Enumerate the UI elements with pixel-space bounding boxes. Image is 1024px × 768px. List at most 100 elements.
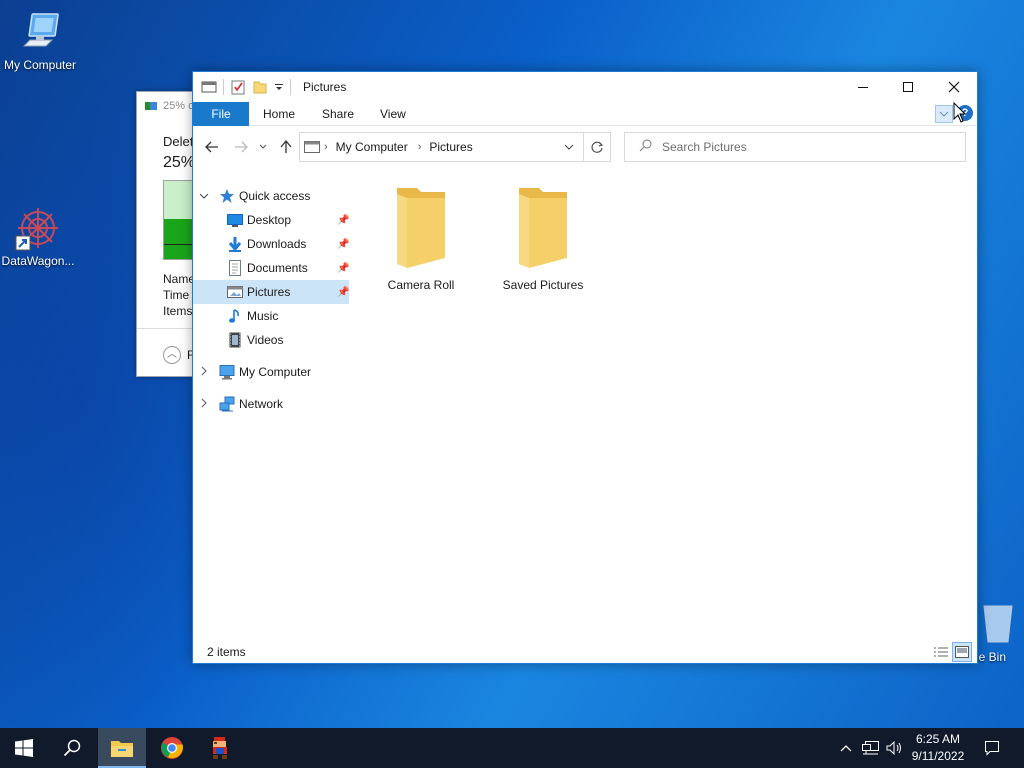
refresh-button[interactable] [583,132,611,162]
nav-item-quick-access[interactable]: Quick access [193,184,349,208]
tab-file[interactable]: File [193,102,249,126]
search-input[interactable]: Search Pictures [662,140,747,154]
pin-icon[interactable]: 📌 [337,215,349,226]
show-hidden-icons-button[interactable] [836,728,856,768]
address-history-dropdown[interactable] [557,132,581,162]
recycle-bin-icon [978,598,1018,644]
title-bar[interactable]: Pictures [193,72,977,102]
folder-icon [515,184,571,268]
desktop-icon-label: DataWagon... [1,254,75,268]
navigation-bar: › My Computer › Pictures Search Pictures [193,126,977,166]
chevron-up-icon[interactable]: ︿ [163,346,181,364]
properties-icon[interactable] [230,79,246,95]
status-bar: 2 items [193,640,977,664]
breadcrumb-separator-icon[interactable]: › [324,141,328,153]
documents-icon [227,260,243,276]
nav-item-desktop[interactable]: Desktop 📌 [193,208,349,232]
nav-item-my-computer[interactable]: My Computer [193,360,349,384]
detail-row-time: Time [163,288,190,302]
network-tray-button[interactable] [860,728,882,768]
mario-icon [213,737,227,759]
item-count: 2 items [207,645,246,659]
percent-label: 25% [163,154,196,171]
detail-row-items: Items [163,304,193,318]
nav-item-pictures[interactable]: Pictures 📌 [193,280,349,304]
minimize-button[interactable] [840,72,886,102]
desktop-icon-label: My Computer [3,58,77,72]
nav-label: Network [239,397,284,411]
tab-view[interactable]: View [366,102,420,126]
start-button[interactable] [0,728,48,768]
chrome-icon [161,737,183,759]
nav-label: My Computer [239,365,312,379]
clock-time: 6:25 AM [915,732,961,746]
up-button[interactable] [275,136,297,158]
detail-row-name: Name [163,272,196,286]
breadcrumb-separator-icon[interactable]: › [418,141,422,153]
folder-label: Saved Pictures [502,278,584,292]
close-button[interactable] [931,72,977,102]
expand-arrow-icon[interactable] [199,398,209,411]
collapse-arrow-icon[interactable] [199,191,209,202]
desktop-icon [227,212,243,228]
back-button[interactable] [201,136,223,158]
notification-icon [985,741,999,756]
recent-locations-dropdown[interactable] [255,136,271,158]
customize-toolbar-dropdown-icon[interactable] [274,79,284,95]
progress-icon [145,102,157,111]
action-center-button[interactable] [978,728,1006,768]
folder-label: Camera Roll [387,278,455,292]
nav-item-network[interactable]: Network [193,392,349,416]
file-explorer-button[interactable] [98,728,146,768]
nav-label: Videos [247,333,284,347]
nav-item-documents[interactable]: Documents 📌 [193,256,349,280]
pictures-icon [227,284,243,300]
large-icons-view-button[interactable] [952,642,972,662]
star-icon [219,188,235,204]
search-button[interactable] [48,728,96,768]
ribbon-tab-bar: File Home Share View [193,102,977,126]
expand-ribbon-button[interactable] [935,105,953,123]
nav-item-videos[interactable]: Videos [193,328,349,352]
forward-button[interactable] [230,136,252,158]
search-box[interactable]: Search Pictures [624,132,966,162]
navigation-pane: Quick access Desktop 📌 Downloads 📌 Docum… [193,176,353,616]
desktop-icon-datawagon[interactable]: DataWagon... [0,204,78,268]
nav-label: Pictures [247,285,291,299]
details-view-button[interactable] [931,642,951,662]
quick-access-toolbar [201,79,291,95]
pin-icon[interactable]: 📌 [337,239,349,250]
network-wired-icon [862,741,879,755]
maximize-button[interactable] [885,72,931,102]
clock[interactable]: 6:25 AM 9/11/2022 [900,731,976,765]
search-icon [639,139,652,155]
dialog-title: 25% c [145,100,194,112]
tab-share[interactable]: Share [308,102,368,126]
breadcrumb-my-computer[interactable]: My Computer [336,140,408,154]
nav-item-downloads[interactable]: Downloads 📌 [193,232,349,256]
chrome-button[interactable] [148,728,196,768]
nav-label: Desktop [247,213,292,227]
taskbar: 6:25 AM 9/11/2022 [0,728,1024,768]
new-folder-icon[interactable] [252,79,268,95]
music-icon [227,308,243,324]
windows-logo-icon [15,739,33,757]
tab-home[interactable]: Home [249,102,309,126]
expand-arrow-icon[interactable] [199,366,209,379]
game-app-button[interactable] [196,728,244,768]
folder-icon [393,184,449,268]
file-explorer-window[interactable]: Pictures File Home Share View ? › My Com… [192,71,978,664]
nav-item-music[interactable]: Music [193,304,349,328]
pin-icon[interactable]: 📌 [337,263,349,274]
toolbar-separator [290,79,291,95]
window-icon[interactable] [201,79,217,95]
pictures-location-icon [304,140,320,154]
folder-item-saved-pictures[interactable]: Saved Pictures [487,184,599,292]
nav-label: Downloads [247,237,307,251]
pin-icon[interactable]: 📌 [337,287,349,298]
desktop-icon-my-computer[interactable]: My Computer [0,8,80,72]
folder-icon [111,741,133,757]
breadcrumb-pictures[interactable]: Pictures [429,140,472,154]
window-title: Pictures [303,80,347,94]
folder-item-camera-roll[interactable]: Camera Roll [365,184,477,292]
